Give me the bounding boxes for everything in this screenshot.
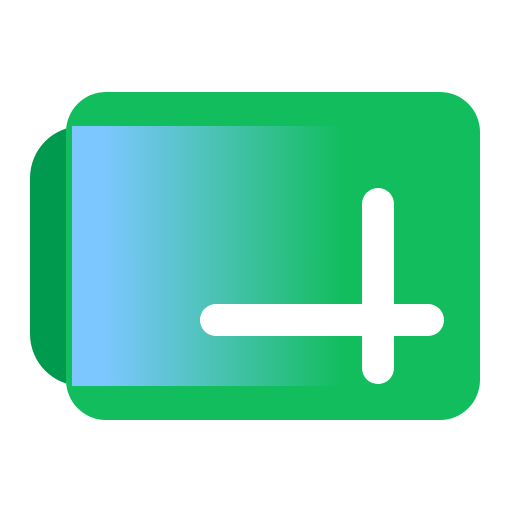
- new-tab-icon: [30, 92, 480, 420]
- app-icon-canvas: [0, 0, 512, 512]
- plus-horizontal-bar: [200, 304, 444, 336]
- plus-vertical-bar: [362, 188, 394, 384]
- gradient-panel-shape: [72, 126, 342, 386]
